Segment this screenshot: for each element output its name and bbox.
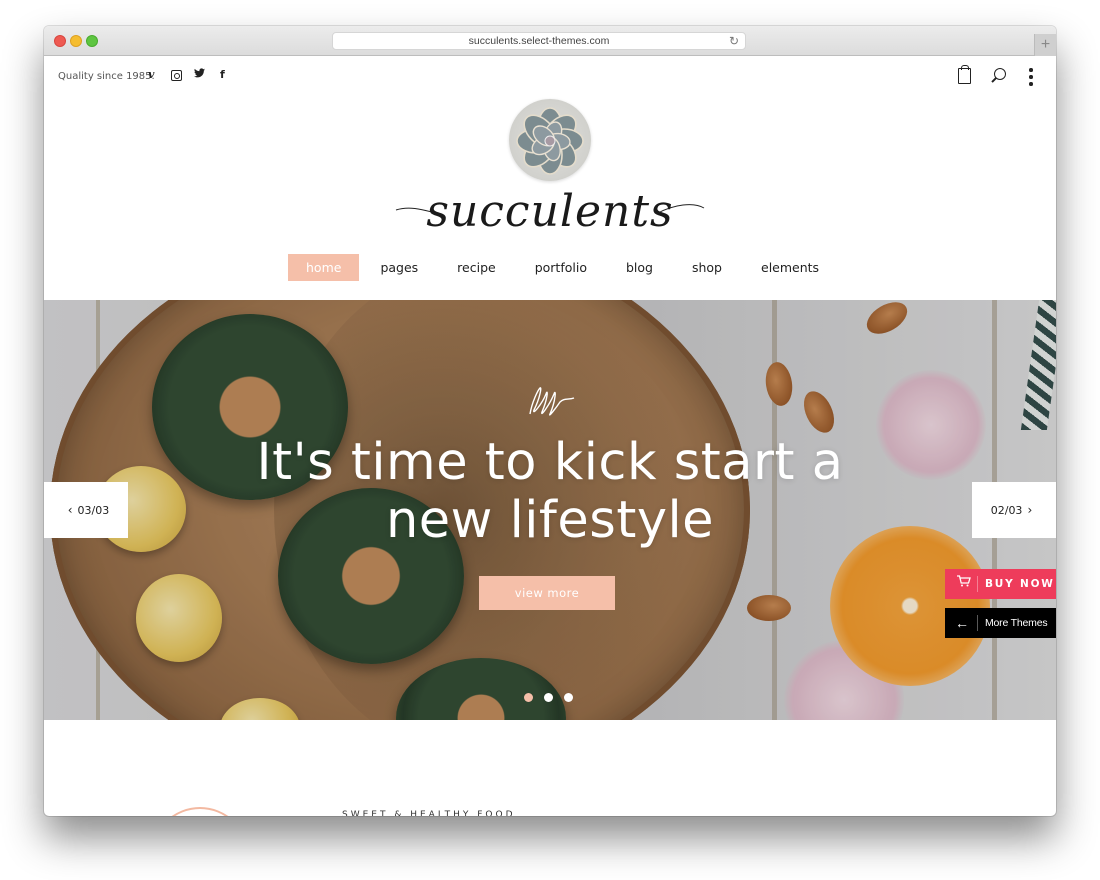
more-menu-icon[interactable] — [1029, 68, 1033, 89]
nav-item-elements[interactable]: elements — [743, 254, 837, 281]
prev-slide-button[interactable]: ‹ 03/03 — [44, 482, 128, 538]
slide-dot-1[interactable] — [524, 693, 533, 702]
more-themes-button[interactable]: ← More Themes — [945, 608, 1056, 638]
new-tab-button[interactable]: + — [1034, 34, 1056, 56]
buy-now-button[interactable]: BUY NOW — [945, 569, 1056, 599]
slide-pagination — [524, 693, 584, 702]
close-window-button[interactable] — [54, 35, 66, 47]
section-kicker: SWEET & HEALTHY FOOD — [342, 810, 516, 816]
next-slide-button[interactable]: 02/03 › — [972, 482, 1056, 538]
vimeo-icon[interactable]: v — [148, 68, 154, 81]
chevron-right-icon: › — [1027, 503, 1033, 517]
instagram-icon[interactable] — [171, 70, 182, 81]
succulent-rosette-icon — [516, 107, 584, 175]
main-nav: home pages recipe portfolio blog shop el… — [288, 254, 840, 281]
shopping-bag-icon[interactable] — [958, 65, 971, 84]
cart-glyph — [957, 575, 971, 587]
search-icon[interactable] — [994, 68, 1006, 80]
slide-dot-3[interactable] — [564, 693, 573, 702]
browser-titlebar: succulents.select-themes.com ↻ + — [44, 26, 1056, 56]
hero-headline-line2: new lifestyle — [385, 491, 715, 550]
divider — [977, 615, 978, 631]
twitter-icon[interactable] — [194, 68, 205, 81]
more-themes-label: More Themes — [985, 617, 1048, 629]
nav-item-blog[interactable]: blog — [608, 254, 671, 281]
slide-dot-2[interactable] — [544, 693, 553, 702]
logo-wordmark[interactable]: succulents — [394, 186, 706, 244]
cart-icon — [954, 569, 974, 599]
view-more-button[interactable]: view more — [479, 576, 615, 610]
section-emblem-icon — [171, 807, 229, 816]
nav-item-recipe[interactable]: recipe — [439, 254, 514, 281]
hero-headline-line1: It's time to kick start a — [256, 433, 844, 492]
reload-icon[interactable]: ↻ — [729, 33, 739, 49]
hero-slider: It's time to kick start a new lifestyle … — [44, 300, 1056, 720]
maximize-window-button[interactable] — [86, 35, 98, 47]
arrow-left-icon: ← — [955, 615, 969, 631]
address-bar[interactable]: succulents.select-themes.com ↻ — [332, 32, 746, 50]
twitter-bird-glyph — [194, 68, 205, 78]
prev-slide-counter: 03/03 — [77, 504, 110, 517]
nav-item-portfolio[interactable]: portfolio — [517, 254, 605, 281]
divider — [977, 576, 978, 592]
monogram-icon — [529, 387, 575, 416]
nav-item-home[interactable]: home — [288, 254, 360, 281]
nav-item-shop[interactable]: shop — [674, 254, 740, 281]
minimize-window-button[interactable] — [70, 35, 82, 47]
logo-succulent-image[interactable] — [509, 99, 591, 181]
chevron-left-icon: ‹ — [67, 503, 73, 517]
tagline: Quality since 1985. — [58, 71, 155, 82]
nav-item-pages[interactable]: pages — [362, 254, 436, 281]
url-text: succulents.select-themes.com — [468, 35, 610, 47]
browser-window: succulents.select-themes.com ↻ + Quality… — [44, 26, 1056, 816]
buy-now-label: BUY NOW — [985, 578, 1055, 590]
facebook-icon[interactable]: f — [220, 68, 225, 81]
next-slide-counter: 02/03 — [990, 504, 1023, 517]
hero-headline: It's time to kick start a new lifestyle — [44, 434, 1056, 550]
